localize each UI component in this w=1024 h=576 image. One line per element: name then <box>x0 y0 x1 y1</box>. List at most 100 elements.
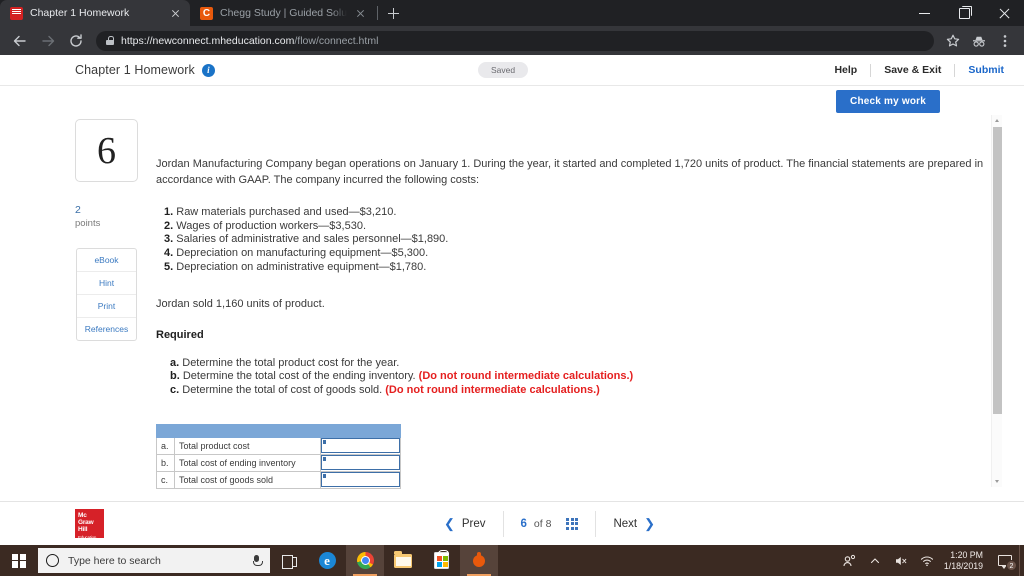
task-view-button[interactable] <box>270 545 308 576</box>
maximize-icon[interactable] <box>944 0 984 26</box>
minimize-icon[interactable] <box>904 0 944 26</box>
list-item: 4. Depreciation on manufacturing equipme… <box>164 247 984 261</box>
assignment-header: Chapter 1 Homework i Saved Help Save & E… <box>0 55 1024 86</box>
address-bar[interactable]: https://newconnect.mheducation.com/flow/… <box>96 30 934 51</box>
page-title: Chapter 1 Homework <box>75 63 195 77</box>
browser-tab-chegg-study[interactable]: C Chegg Study | Guided Solutions a <box>190 0 375 26</box>
people-share-icon[interactable] <box>836 545 862 576</box>
cost-text: Wages of production workers—$3,530. <box>176 219 366 232</box>
points-value: 2 <box>75 204 81 216</box>
prev-button[interactable]: ❮ Prev <box>427 511 503 537</box>
tab-title: Chapter 1 Homework <box>30 7 130 19</box>
requirement-text: Determine the total of cost of goods sol… <box>182 383 383 396</box>
mcgraw-hill-logo: Mc Graw Hill Education <box>75 509 104 540</box>
list-item: c. Determine the total of cost of goods … <box>170 384 984 398</box>
references-button[interactable]: References <box>77 318 136 340</box>
taskbar-search-box[interactable]: Type here to search <box>38 548 270 573</box>
store-icon <box>433 550 449 569</box>
scrollbar-thumb[interactable] <box>993 127 1002 414</box>
total-pages: of 8 <box>533 517 552 530</box>
submit-link[interactable]: Submit <box>954 63 1006 77</box>
logo-line-1: Mc <box>78 512 87 519</box>
wifi-icon[interactable] <box>914 545 940 576</box>
taskbar-clock[interactable]: 1:20 PM 1/18/2019 <box>940 550 991 572</box>
clock-date: 1/18/2019 <box>943 560 983 571</box>
url-text: https://newconnect.mheducation.com/flow/… <box>121 34 379 47</box>
info-icon[interactable]: i <box>201 63 215 77</box>
hint-button[interactable]: Hint <box>77 272 136 295</box>
microsoft-store-button[interactable] <box>422 545 460 576</box>
lock-icon <box>106 36 114 45</box>
back-arrow-icon[interactable] <box>8 29 32 53</box>
reload-icon[interactable] <box>64 29 88 53</box>
logo-line-2: Graw <box>78 519 94 526</box>
microphone-icon[interactable] <box>251 554 263 568</box>
points-label: 2 points <box>75 204 100 230</box>
bottom-navigation: Mc Graw Hill Education ❮ Prev 6 of 8 Nex… <box>0 501 1024 545</box>
microsoft-edge-button[interactable]: e <box>308 545 346 576</box>
question-body: Jordan Manufacturing Company began opera… <box>156 115 984 489</box>
save-and-exit-link[interactable]: Save & Exit <box>870 63 954 77</box>
list-item: a. Determine the total product cost for … <box>170 357 984 371</box>
row-label: Total product cost <box>174 436 321 455</box>
search-input[interactable]: Type here to search <box>68 555 242 567</box>
cost-list: 1. Raw materials purchased and used—$3,2… <box>156 206 984 275</box>
cost-number: 3. <box>164 233 174 246</box>
close-icon[interactable] <box>354 7 367 20</box>
cost-text: Salaries of administrative and sales per… <box>176 233 449 246</box>
table-header-cell <box>156 423 175 438</box>
windows-logo-icon <box>12 553 26 568</box>
next-button[interactable]: Next ❯ <box>595 510 672 537</box>
file-explorer-button[interactable] <box>384 545 422 576</box>
close-icon[interactable] <box>169 7 182 20</box>
total-product-cost-input[interactable] <box>321 438 400 454</box>
windows-taskbar: Type here to search e 1:20 PM 1/18/2019 … <box>0 545 1024 576</box>
browser-toolbar: https://newconnect.mheducation.com/flow/… <box>0 26 1024 55</box>
volume-muted-icon[interactable] <box>888 545 914 576</box>
chrome-menu-icon[interactable] <box>994 30 1016 52</box>
orange-app-button[interactable] <box>460 545 498 576</box>
scroll-down-icon[interactable] <box>992 476 1002 487</box>
forward-arrow-icon[interactable] <box>36 29 60 53</box>
chevron-right-icon: ❯ <box>644 515 655 531</box>
page-content: Chapter 1 Homework i Saved Help Save & E… <box>0 55 1024 545</box>
check-my-work-button[interactable]: Check my work <box>836 90 940 113</box>
list-item: b. Determine the total cost of the endin… <box>170 370 984 384</box>
browser-tab-chapter-1-homework[interactable]: Chapter 1 Homework <box>0 0 190 26</box>
print-button[interactable]: Print <box>77 295 136 318</box>
clock-time: 1:20 PM <box>950 549 983 560</box>
question-tools: eBook Hint Print References <box>76 248 137 341</box>
notification-count-badge: 2 <box>1006 560 1017 571</box>
units-sold-text: Jordan sold 1,160 units of product. <box>156 297 325 310</box>
bookmark-star-icon[interactable] <box>942 30 964 52</box>
cost-number: 2. <box>164 219 174 232</box>
total-cost-ending-inventory-input[interactable] <box>321 455 400 471</box>
edge-icon: e <box>318 552 336 569</box>
google-chrome-button[interactable] <box>346 545 384 576</box>
current-page: 6 <box>520 517 527 530</box>
ebook-button[interactable]: eBook <box>77 249 136 272</box>
total-cost-goods-sold-input[interactable] <box>321 472 400 488</box>
question-grid-icon[interactable] <box>566 517 579 530</box>
start-button[interactable] <box>0 545 38 576</box>
scroll-up-icon[interactable] <box>992 115 1002 126</box>
show-hidden-icons-chevron-icon[interactable] <box>862 545 888 576</box>
show-desktop-button[interactable] <box>1019 545 1024 576</box>
question-intro-text: Jordan Manufacturing Company began opera… <box>156 158 984 186</box>
close-window-icon[interactable] <box>984 0 1024 26</box>
row-label: Total cost of ending inventory <box>174 453 321 472</box>
tab-title: Chegg Study | Guided Solutions a <box>220 7 347 19</box>
help-link[interactable]: Help <box>821 64 870 77</box>
incognito-guest-icon[interactable] <box>968 30 990 52</box>
new-tab-button[interactable] <box>380 0 406 26</box>
window-controls <box>904 0 1024 26</box>
status-badge: Saved <box>478 62 529 78</box>
mcgraw-hill-favicon-icon <box>10 6 23 20</box>
pager: ❮ Prev 6 of 8 Next ❯ <box>427 510 672 537</box>
table-header-cell <box>320 423 401 438</box>
content-scrollbar[interactable] <box>991 115 1002 487</box>
chevron-left-icon: ❮ <box>443 515 455 531</box>
notifications-button[interactable]: 2 <box>991 545 1019 576</box>
logo-line-3: Hill <box>78 526 88 533</box>
question-number-box: 6 <box>75 119 138 182</box>
